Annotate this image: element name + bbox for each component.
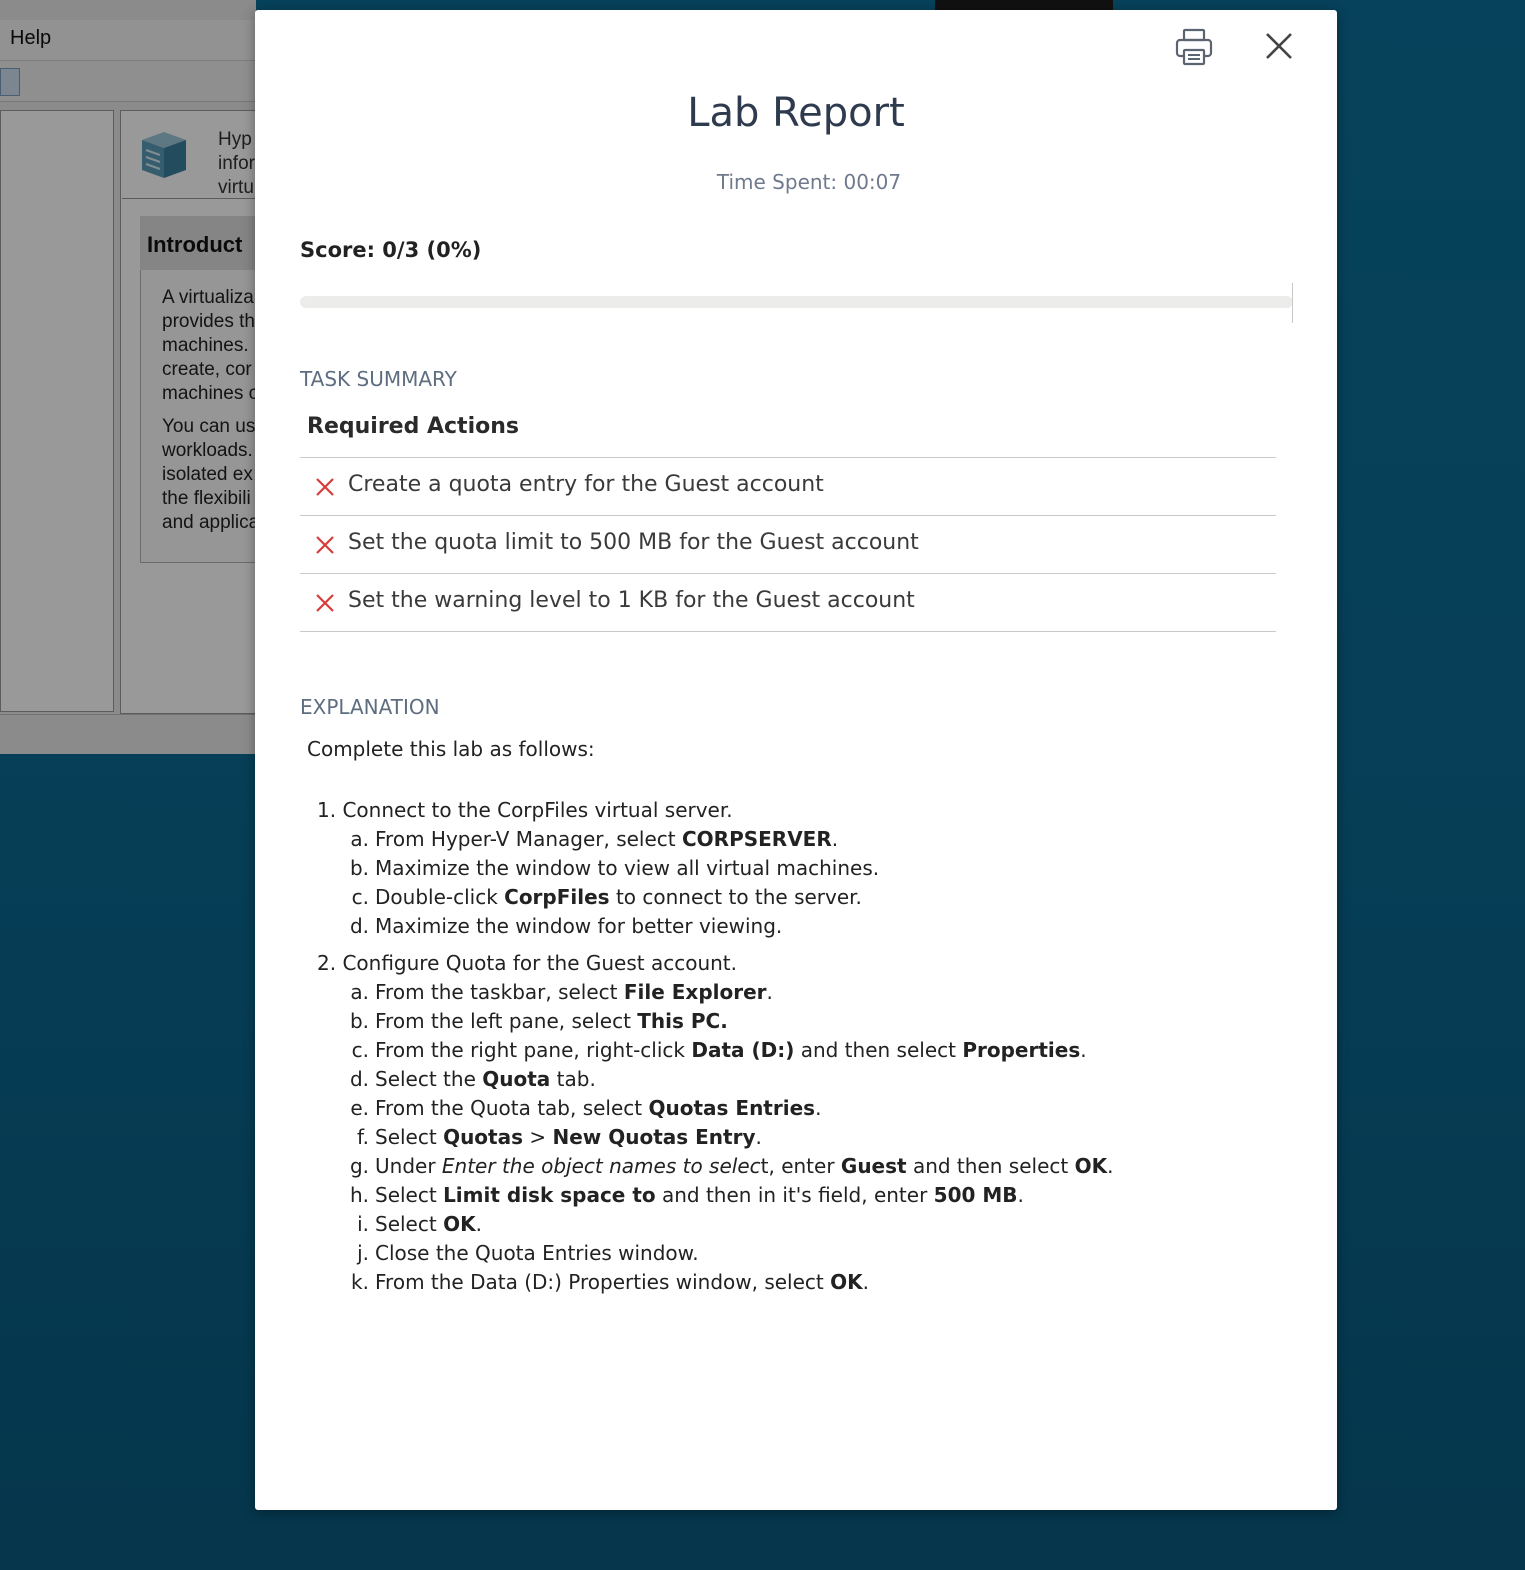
step-item-text: From Hyper-V Manager, select CORPSERVER. [375,827,839,851]
step-item-letter: i. [357,1212,369,1236]
step-item-text: From the Quota tab, select Quotas Entrie… [375,1096,822,1120]
step-item: h. Select Limit disk space to and then in… [317,1181,1024,1210]
action-text: Set the quota limit to 500 MB for the Gu… [348,530,919,555]
step-item: i. Select OK. [317,1210,737,1239]
step-item: g. Under Enter the object names to select… [317,1152,1114,1181]
step-item-text: From the right pane, right-click Data (D… [375,1038,1087,1062]
step-item-letter: d. [349,1067,369,1091]
step-item-text: Maximize the window for better viewing. [375,914,783,938]
step-item-letter: a. [350,980,369,1004]
step-item: c. From the right pane, right-click Data … [317,1036,1087,1065]
step-item: d. Select the Quota tab. [317,1065,737,1094]
close-icon[interactable] [1261,28,1297,64]
x-mark-icon [316,536,334,554]
printer-icon[interactable] [1173,26,1215,68]
action-text: Create a quota entry for the Guest accou… [348,472,824,497]
step-item-text: Select the Quota tab. [375,1067,596,1091]
step-item-letter: b. [349,856,369,880]
step-item: a. From Hyper-V Manager, select CORPSERVE… [317,825,838,854]
step-item: b. From the left pane, select This PC. [317,1007,737,1036]
action-row: Set the quota limit to 500 MB for the Gu… [300,515,1276,573]
step-item-text: Double-click CorpFiles to connect to the… [375,885,862,909]
step-item-letter: f. [357,1125,369,1149]
step-item: a. From the taskbar, select File Explorer… [317,978,773,1007]
score-progress-bar [300,296,1293,308]
x-mark-icon [316,594,334,612]
time-spent: Time Spent: 00:07 [716,170,902,194]
step-item-text: From the Data (D:) Properties window, se… [375,1270,869,1294]
step-item: c. Double-click CorpFiles to connect to t… [317,883,862,912]
step-item: e. From the Quota tab, select Quotas Entr… [317,1094,821,1123]
explanation-intro: Complete this lab as follows: [307,737,595,761]
step-item-letter: h. [349,1183,369,1207]
step-item-letter: e. [350,1096,369,1120]
step-item-letter: a. [350,827,369,851]
step-item: d. Maximize the window for better viewing… [317,912,782,941]
required-actions-list: Create a quota entry for the Guest accou… [300,457,1276,632]
required-actions-heading: Required Actions [307,414,519,439]
step-item-letter: c. [351,885,369,909]
action-row: Create a quota entry for the Guest accou… [300,457,1276,515]
step-item: j. Close the Quota Entries window. [317,1239,737,1268]
step-item-letter: g. [349,1154,369,1178]
progress-end-marker [1292,283,1293,323]
explanation-heading: EXPLANATION [300,695,440,719]
step-item-text: Select Limit disk space to and then in i… [375,1183,1024,1207]
step-item-text: Close the Quota Entries window. [375,1241,699,1265]
step-item-letter: c. [351,1038,369,1062]
step-item-text: From the left pane, select This PC. [375,1009,728,1033]
step-item-text: Select OK. [375,1212,482,1236]
step-item-text: Select Quotas > New Quotas Entry. [375,1125,762,1149]
step-title: 2. Configure Quota for the Guest account… [317,951,738,975]
step-title: 1. Connect to the CorpFiles virtual serv… [317,798,733,822]
score-label: Score: 0/3 (0%) [300,238,482,262]
step-item-letter: b. [349,1009,369,1033]
step: 1. Connect to the CorpFiles virtual serv… [317,796,879,941]
step: 2. Configure Quota for the Guest account… [317,949,1114,1297]
explanation-steps: 1. Connect to the CorpFiles virtual serv… [317,796,1114,1297]
step-gap [317,941,737,949]
x-mark-icon [316,478,334,496]
step-item-text: Maximize the window to view all virtual … [375,856,880,880]
step-item: k. From the Data (D:) Properties window, … [317,1268,869,1297]
task-summary-heading: TASK SUMMARY [300,367,457,391]
step-item-letter: j. [357,1241,369,1265]
action-row: Set the warning level to 1 KB for the Gu… [300,573,1276,632]
step-item-text: Under Enter the object names to select, … [375,1154,1114,1178]
dialog-title: Lab Report [687,90,905,136]
step-item-letter: k. [351,1270,369,1294]
action-text: Set the warning level to 1 KB for the Gu… [348,588,915,613]
step-item-letter: d. [349,914,369,938]
step-item-text: From the taskbar, select File Explorer. [375,980,773,1004]
lab-report-dialog: Lab Report Time Spent: 00:07 Score: 0/3 … [255,10,1337,1510]
step-item: f. Select Quotas > New Quotas Entry. [317,1123,762,1152]
step-item: b. Maximize the window to view all virtua… [317,854,879,883]
